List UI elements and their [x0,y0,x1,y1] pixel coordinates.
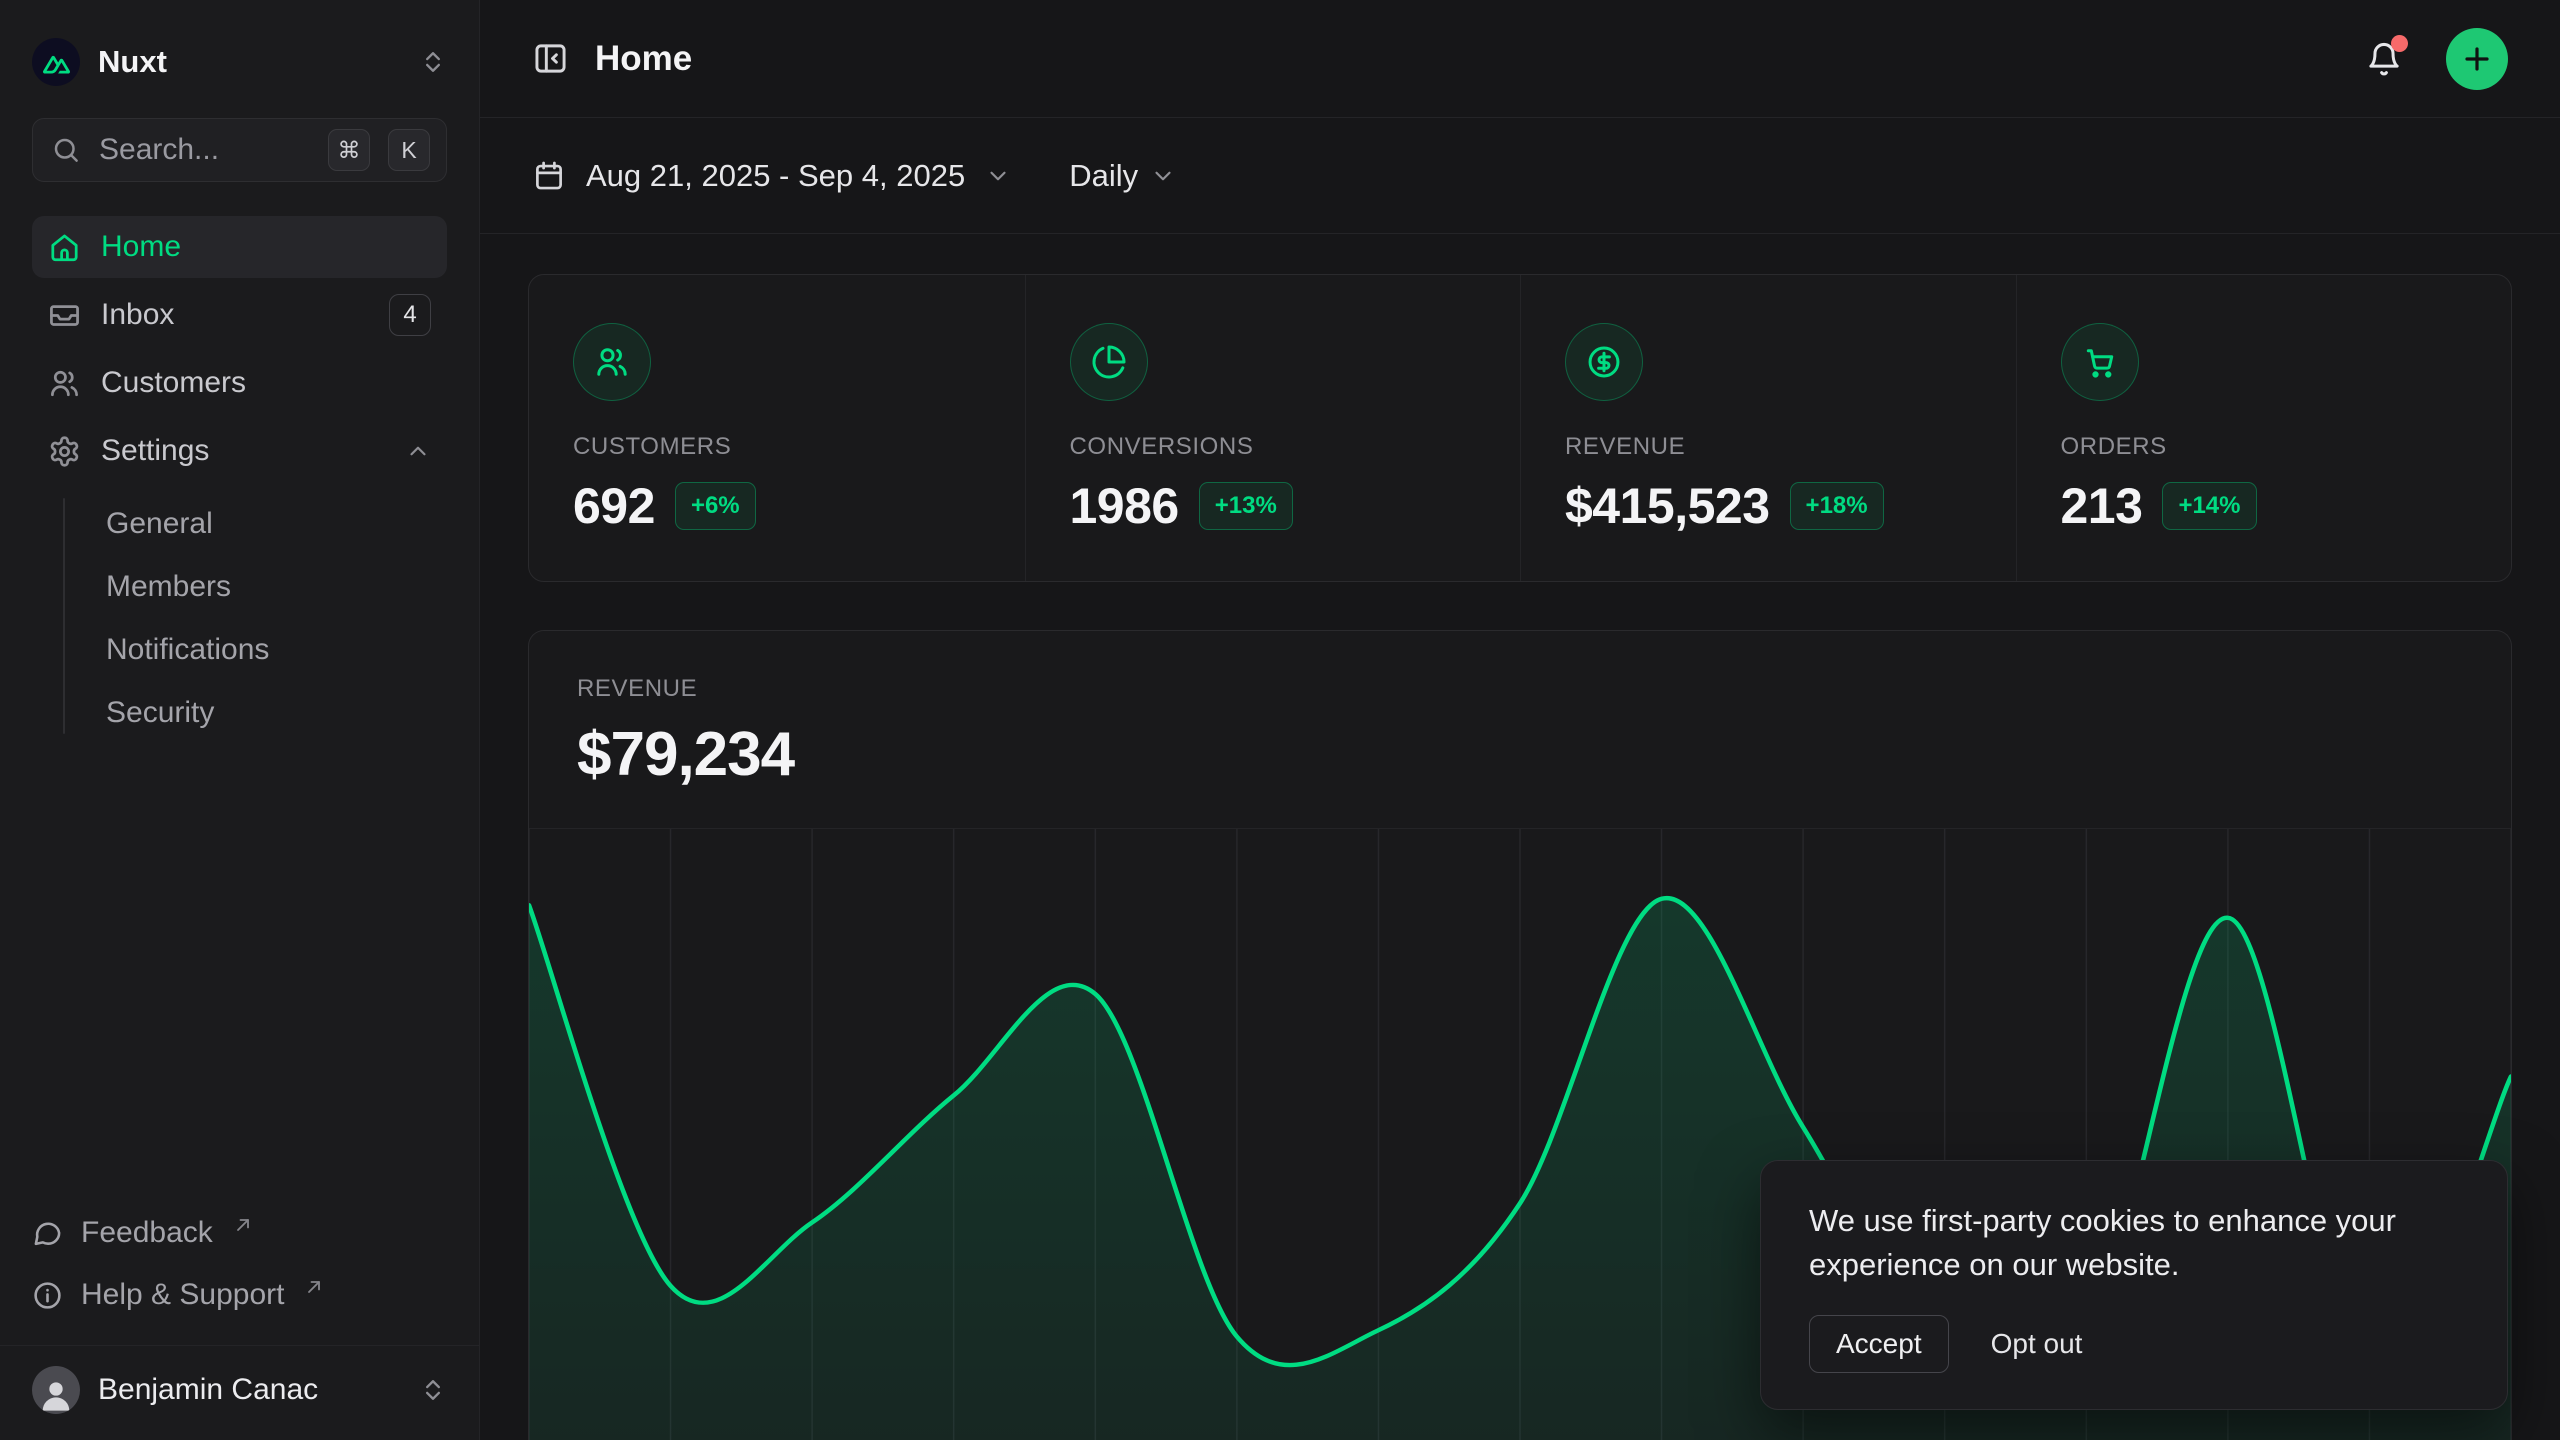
opt-out-button[interactable]: Opt out [1987,1316,2087,1372]
granularity-select[interactable]: Daily [1069,158,1176,194]
sidebar-item-home[interactable]: Home [32,216,447,278]
stat-change-badge: +6% [675,482,756,530]
subitem-label: General [106,507,213,541]
sidebar-subitem-members[interactable]: Members [32,555,447,618]
info-circle-icon [32,1280,63,1311]
stat-card-revenue[interactable]: REVENUE $415,523 +18% [1520,275,2016,581]
feedback-label: Feedback [81,1216,213,1250]
external-link-icon [304,1277,324,1297]
kbd-k: K [388,129,430,171]
notification-dot [2391,35,2408,52]
plus-icon [2461,43,2493,75]
home-icon [48,231,81,264]
feedback-link[interactable]: Feedback [32,1207,447,1259]
workspace-name: Nuxt [98,44,167,80]
filters-bar: Aug 21, 2025 - Sep 4, 2025 Daily [480,118,2560,234]
cookie-message: We use first-party cookies to enhance yo… [1809,1199,2459,1287]
sidebar-item-settings[interactable]: Settings [32,420,447,482]
revenue-panel-header: REVENUE $79,234 [529,631,2511,828]
accept-button[interactable]: Accept [1809,1315,1949,1373]
chevron-up-icon [405,438,431,464]
sidebar-item-label: Inbox [101,298,174,332]
topbar: Home [480,0,2560,118]
date-range-picker[interactable]: Aug 21, 2025 - Sep 4, 2025 [532,158,1011,194]
date-range-label: Aug 21, 2025 - Sep 4, 2025 [586,158,965,194]
page-title: Home [595,39,692,79]
notifications-button[interactable] [2362,37,2406,81]
revenue-value: $79,234 [577,719,2463,790]
user-name: Benjamin Canac [98,1373,318,1407]
stat-value: $415,523 [1565,477,1770,535]
cookie-banner: We use first-party cookies to enhance yo… [1760,1160,2508,1410]
granularity-label: Daily [1069,158,1138,194]
avatar [32,1366,80,1414]
sidebar-toggle-button[interactable] [532,40,569,77]
stat-change-badge: +18% [1790,482,1884,530]
stat-value: 692 [573,477,655,535]
stat-value: 1986 [1070,477,1179,535]
stat-label: REVENUE [1565,433,1972,461]
sidebar-nav: Home Inbox 4 Customers Settings [32,216,447,744]
selector-chevrons-icon [419,48,447,76]
search-input[interactable]: Search... ⌘ K [32,118,447,182]
search-icon [51,135,81,165]
subitem-label: Members [106,570,231,604]
stat-change-badge: +13% [1199,482,1293,530]
stat-change-badge: +14% [2162,482,2256,530]
subnav-guide-line [63,498,65,734]
sidebar-subitem-notifications[interactable]: Notifications [32,618,447,681]
inbox-count-badge: 4 [389,294,431,336]
stat-card-conversions[interactable]: CONVERSIONS 1986 +13% [1025,275,1521,581]
user-menu[interactable]: Benjamin Canac [0,1345,479,1440]
sidebar-item-inbox[interactable]: Inbox 4 [32,284,447,346]
sidebar-footer-links: Feedback Help & Support [32,1207,447,1345]
stat-card-customers[interactable]: CUSTOMERS 692 +6% [529,275,1025,581]
sidebar-subitem-general[interactable]: General [32,492,447,555]
users-icon [573,323,651,401]
stats-row: CUSTOMERS 692 +6% CONVERSIONS 1986 +13% [528,274,2512,582]
external-link-icon [233,1215,253,1235]
nuxt-logo-icon [32,38,80,86]
chat-bubble-icon [32,1218,63,1249]
sidebar-subitem-security[interactable]: Security [32,681,447,744]
chevron-down-icon [985,163,1011,189]
sidebar-item-label: Customers [101,366,246,400]
settings-subnav: General Members Notifications Security [32,492,447,744]
gear-icon [48,435,81,468]
users-icon [48,367,81,400]
circle-dollar-icon [1565,323,1643,401]
stat-value: 213 [2061,477,2143,535]
calendar-icon [532,159,566,193]
revenue-label: REVENUE [577,675,2463,703]
create-button[interactable] [2446,28,2508,90]
subitem-label: Notifications [106,633,269,667]
workspace-switcher[interactable]: Nuxt [32,34,447,90]
sidebar-item-label: Settings [101,434,209,468]
selector-chevrons-icon [419,1376,447,1404]
sidebar-item-label: Home [101,230,181,264]
help-support-link[interactable]: Help & Support [32,1269,447,1321]
subitem-label: Security [106,696,214,730]
search-placeholder: Search... [99,133,219,167]
chevron-down-icon [1150,163,1176,189]
pie-chart-icon [1070,323,1148,401]
help-support-label: Help & Support [81,1278,284,1312]
stat-label: ORDERS [2061,433,2468,461]
inbox-icon [48,299,81,332]
kbd-cmd: ⌘ [328,129,370,171]
stat-card-orders[interactable]: ORDERS 213 +14% [2016,275,2512,581]
sidebar-item-customers[interactable]: Customers [32,352,447,414]
stat-label: CONVERSIONS [1070,433,1477,461]
shopping-cart-icon [2061,323,2139,401]
sidebar: Nuxt Search... ⌘ K Home Inbox 4 [0,0,480,1440]
stat-label: CUSTOMERS [573,433,981,461]
